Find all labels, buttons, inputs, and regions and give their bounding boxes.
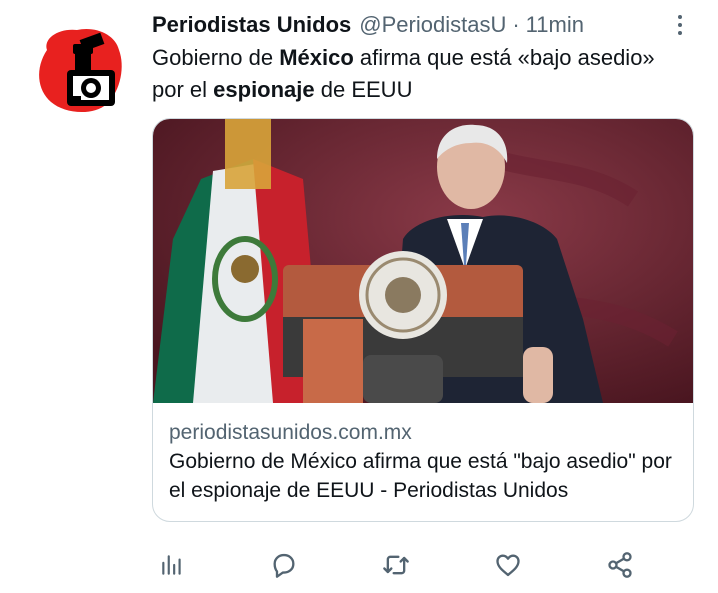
card-image <box>153 119 693 403</box>
card-body: periodistasunidos.com.mx Gobierno de Méx… <box>169 419 681 505</box>
tweet-actions <box>152 545 642 585</box>
tweet-text: Gobierno de México afirma que está «bajo… <box>152 42 672 106</box>
tweet-text-bold: México <box>279 45 354 70</box>
heart-icon[interactable] <box>488 545 528 585</box>
tweet-text-part: de EEUU <box>314 77 413 102</box>
more-vertical-icon[interactable] <box>670 10 690 40</box>
analytics-icon[interactable] <box>152 545 192 585</box>
tweet-header: Periodistas Unidos @PeriodistasU · 11min <box>152 10 584 40</box>
author-handle[interactable]: @PeriodistasU <box>359 12 506 38</box>
separator-dot: · <box>512 12 520 37</box>
share-icon[interactable] <box>600 545 640 585</box>
tweet-text-part: Gobierno de <box>152 45 280 70</box>
tweet-timestamp[interactable]: 11min <box>526 12 584 38</box>
avatar[interactable] <box>29 20 129 120</box>
link-card[interactable]: periodistasunidos.com.mx Gobierno de Méx… <box>152 118 694 522</box>
author-name[interactable]: Periodistas Unidos <box>152 12 351 38</box>
card-title[interactable]: Gobierno de México afirma que está "bajo… <box>169 447 681 505</box>
reply-icon[interactable] <box>264 545 304 585</box>
tweet-text-bold: espionaje <box>213 77 315 102</box>
retweet-icon[interactable] <box>376 545 416 585</box>
card-domain[interactable]: periodistasunidos.com.mx <box>169 419 681 447</box>
periodistas-unidos-logo-icon <box>29 20 129 120</box>
